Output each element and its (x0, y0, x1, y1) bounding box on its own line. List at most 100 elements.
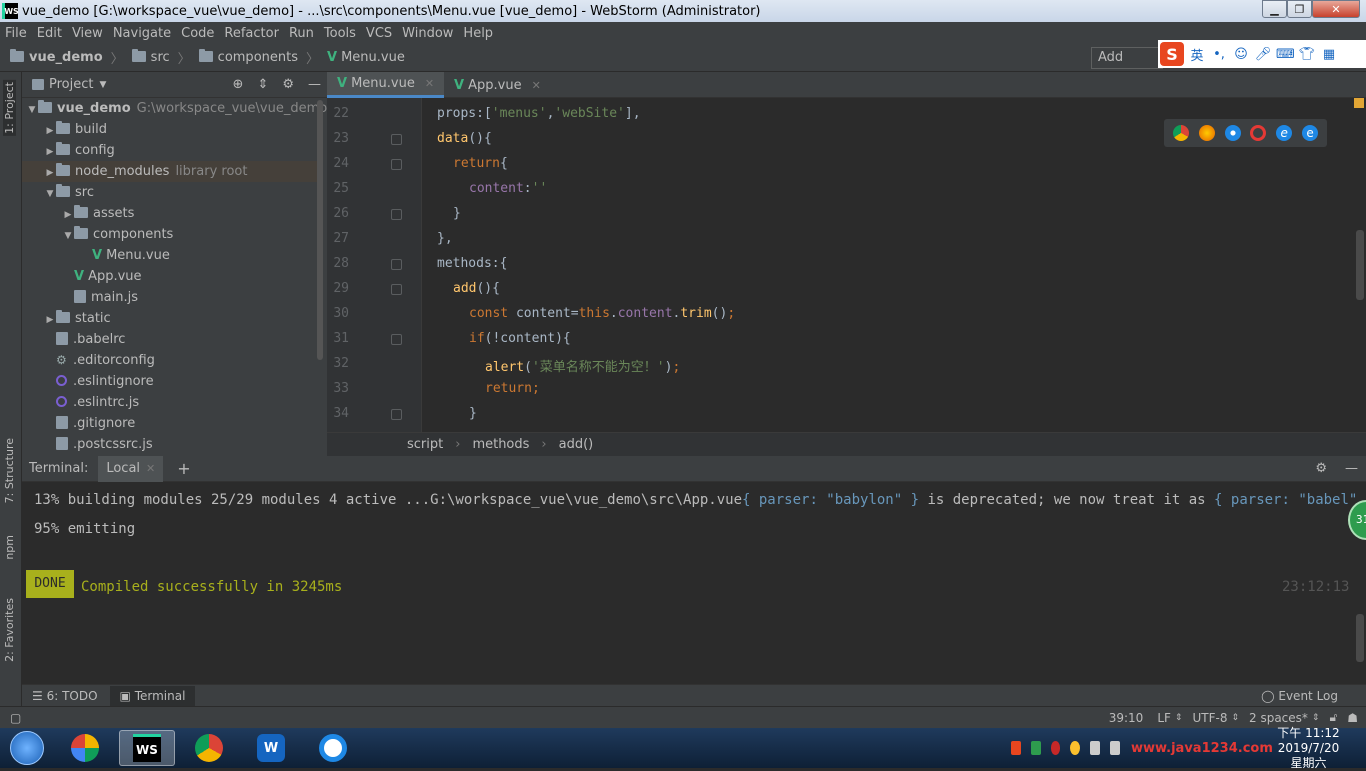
menu-refactor[interactable]: Refactor (219, 26, 284, 41)
crumb-add[interactable]: add() (559, 437, 594, 452)
tree-item[interactable]: ▶ static (22, 308, 322, 329)
maximize-button[interactable]: ❐ (1287, 0, 1312, 18)
editor-scrollbar[interactable] (1356, 230, 1364, 300)
menu-file[interactable]: File (0, 26, 32, 41)
tree-item[interactable]: ▶ assets (22, 203, 322, 224)
tree-item[interactable]: main.js (22, 287, 322, 308)
chevron-down-icon[interactable]: ▼ (99, 80, 106, 90)
firefox-icon[interactable] (1198, 125, 1215, 141)
tab-menu-vue[interactable]: V Menu.vue ✕ (327, 72, 445, 98)
menu-help[interactable]: Help (458, 26, 498, 41)
tree-item[interactable]: ▼ components (22, 224, 322, 245)
fold-marker-icon[interactable] (391, 159, 402, 170)
safari-icon[interactable] (1224, 125, 1241, 141)
tab-app-vue[interactable]: V App.vue ✕ (444, 72, 551, 98)
fold-marker-icon[interactable] (391, 209, 402, 220)
security-shield-icon[interactable] (1030, 741, 1041, 755)
menu-view[interactable]: View (67, 26, 108, 41)
close-window-button[interactable]: ✕ (1312, 0, 1360, 18)
opera-icon[interactable] (1250, 125, 1267, 141)
menu-vcs[interactable]: VCS (361, 26, 397, 41)
fold-marker-icon[interactable] (391, 334, 402, 345)
expand-right-icon[interactable]: ▶ (62, 205, 74, 226)
keyboard-icon[interactable]: ⌨ (1276, 47, 1295, 62)
lock-icon[interactable]: 🔓︎ (1329, 710, 1337, 725)
terminal-output[interactable]: 13% building modules 25/29 modules 4 act… (22, 482, 1366, 684)
ime-language-toggle[interactable]: 英 (1188, 45, 1206, 64)
grid-menu-icon[interactable]: ▦ (1320, 47, 1338, 62)
terminal-tool-tab[interactable]: ▣ Terminal (109, 685, 196, 706)
clock[interactable]: 下午 11:12 2019/7/20 星期六 (1273, 726, 1344, 771)
hide-panel-icon[interactable]: — (1345, 461, 1358, 476)
microphone-icon[interactable]: 🎤︎ (1254, 47, 1272, 62)
minimize-button[interactable]: ▁ (1262, 0, 1287, 18)
locate-icon[interactable]: ⊕ (233, 77, 244, 92)
tree-item[interactable]: ▶ build (22, 119, 322, 140)
ime-punctuation-toggle[interactable]: •, (1210, 47, 1228, 62)
nav-crumb-components[interactable]: components (198, 49, 298, 65)
event-log-tab[interactable]: ◯ Event Log (1261, 689, 1338, 703)
expand-down-icon[interactable]: ▼ (44, 184, 56, 205)
menu-edit[interactable]: Edit (32, 26, 67, 41)
menu-run[interactable]: Run (284, 26, 319, 41)
windows-start-button[interactable] (3, 730, 51, 766)
project-view-dropdown[interactable]: Project (49, 77, 93, 92)
network-icon[interactable] (1090, 741, 1101, 755)
close-tab-icon[interactable]: ✕ (146, 462, 155, 475)
nav-crumb-project[interactable]: vue_demo (10, 49, 103, 65)
menu-code[interactable]: Code (176, 26, 219, 41)
crumb-methods[interactable]: methods (472, 437, 529, 452)
tree-item[interactable]: .gitignore (22, 413, 322, 434)
tree-item[interactable]: .babelrc (22, 329, 322, 350)
skin-icon[interactable]: 👕︎ (1298, 47, 1316, 62)
file-encoding[interactable]: UTF-8 (1192, 711, 1227, 725)
tree-item[interactable]: ▶ config (22, 140, 322, 161)
crumb-script[interactable]: script (407, 437, 443, 452)
tree-item[interactable]: .eslintignore (22, 371, 322, 392)
edge-icon[interactable]: e (1302, 125, 1319, 141)
indent-setting[interactable]: 2 spaces* (1249, 711, 1308, 725)
emoji-icon[interactable]: ☺ (1232, 47, 1250, 62)
expand-right-icon[interactable]: ▶ (44, 121, 56, 142)
collapse-all-icon[interactable]: ⇕ (257, 77, 268, 92)
tree-item[interactable]: V Menu.vue (22, 245, 322, 266)
taskbar-app-pinwheel[interactable] (57, 730, 113, 766)
todo-tool-tab[interactable]: ☰ 6: TODO (32, 689, 98, 703)
internet-explorer-icon[interactable]: e (1276, 125, 1293, 141)
tree-item[interactable]: V App.vue (22, 266, 322, 287)
npm-tool-tab[interactable]: npm (3, 535, 16, 560)
new-terminal-icon[interactable]: + (177, 459, 190, 478)
taskbar-app-webstorm[interactable]: WS (119, 730, 175, 766)
favorites-tool-tab[interactable]: 2: Favorites (3, 598, 16, 662)
antivirus-icon[interactable] (1050, 741, 1061, 755)
hide-panel-icon[interactable]: — (308, 77, 321, 92)
fold-marker-icon[interactable] (391, 409, 402, 420)
line-separator[interactable]: LF (1157, 711, 1171, 725)
chrome-icon[interactable] (1172, 125, 1189, 141)
taskbar-app-wps[interactable]: W (243, 730, 299, 766)
taskbar-app-chrome[interactable] (181, 730, 237, 766)
fold-marker-icon[interactable] (391, 134, 402, 145)
expand-down-icon[interactable]: ▼ (62, 226, 74, 247)
project-scrollbar[interactable] (317, 100, 323, 360)
add-configuration-button[interactable]: Add Configuration... (1091, 47, 1163, 69)
tree-item[interactable]: .eslintrc.js (22, 392, 322, 413)
expand-down-icon[interactable]: ▼ (26, 100, 38, 121)
sogou-tray-icon[interactable] (1011, 741, 1021, 755)
gear-icon[interactable]: ⚙ (282, 77, 294, 92)
expand-right-icon[interactable]: ▶ (44, 163, 56, 184)
tree-item[interactable]: ▼ src (22, 182, 322, 203)
tree-item[interactable]: .postcssrc.js (22, 434, 322, 455)
close-tab-icon[interactable]: ✕ (532, 79, 541, 92)
accelerator-icon[interactable] (1070, 741, 1081, 755)
gear-icon[interactable]: ⚙ (1315, 461, 1327, 476)
caret-position[interactable]: 39:10 (1109, 711, 1144, 725)
volume-icon[interactable] (1110, 741, 1120, 755)
fold-marker-icon[interactable] (391, 259, 402, 270)
fold-marker-icon[interactable] (391, 284, 402, 295)
sogou-logo-icon[interactable]: S (1160, 42, 1184, 66)
inspection-warning-icon[interactable] (1354, 98, 1364, 108)
tool-windows-icon[interactable]: ▢ (10, 711, 21, 725)
project-tool-tab[interactable]: 1: Project (3, 80, 16, 136)
expand-right-icon[interactable]: ▶ (44, 310, 56, 331)
